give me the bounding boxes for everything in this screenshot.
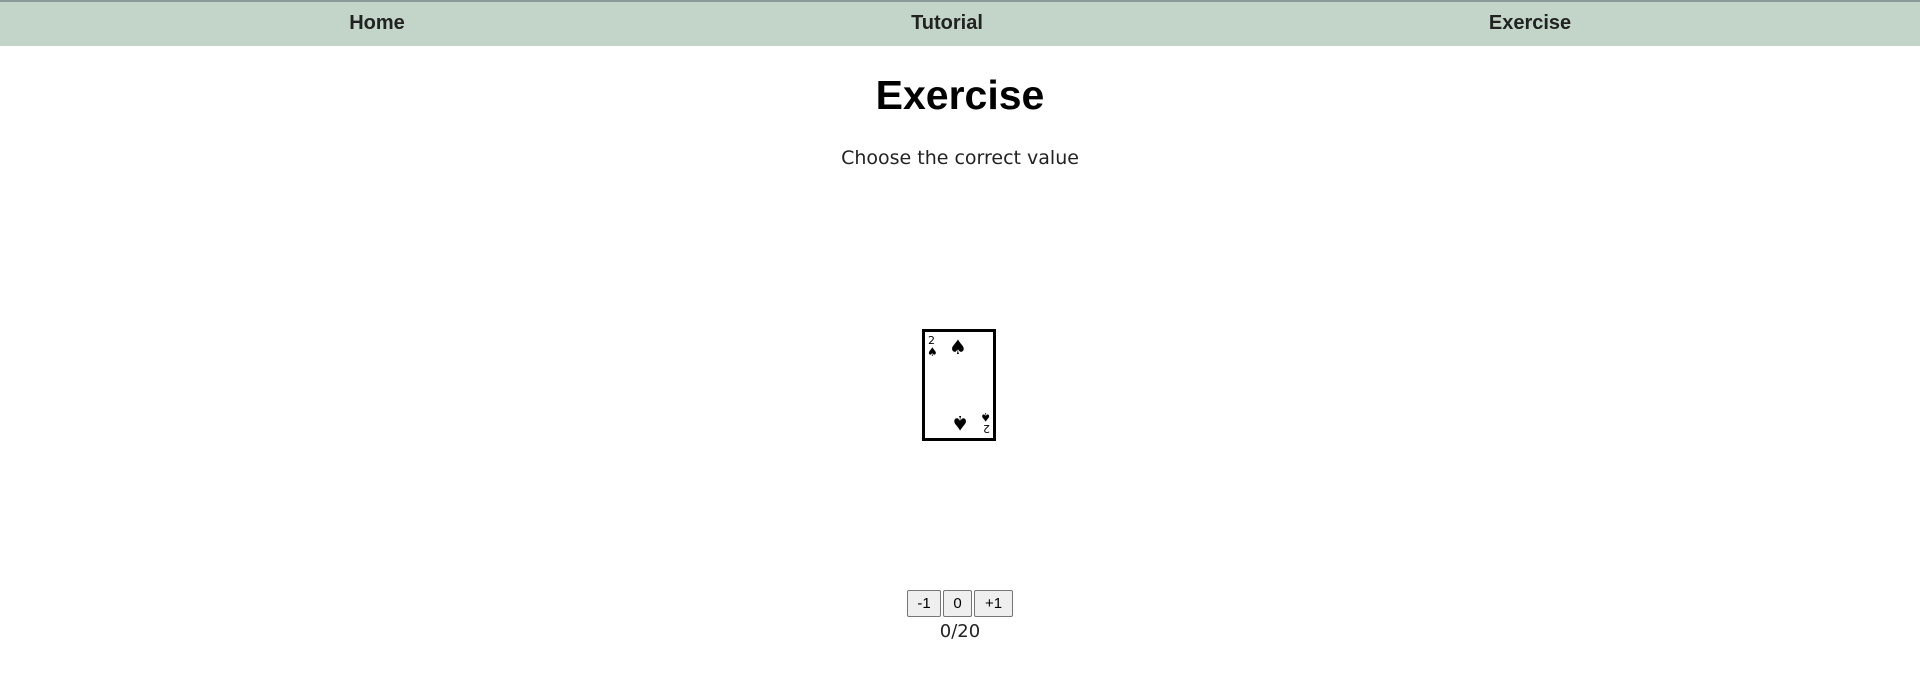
spade-icon: ♠ (949, 335, 967, 359)
playing-card: 2 ♠ ♠ ♠ 2 ♠ (922, 329, 996, 441)
answer-controls: -1 0 +1 (0, 590, 1920, 617)
plus-one-button[interactable]: +1 (974, 590, 1013, 617)
spade-icon: ♠ (951, 411, 969, 435)
instruction-text: Choose the correct value (841, 147, 1079, 169)
nav-link-tutorial[interactable]: Tutorial (911, 2, 983, 46)
minus-one-button[interactable]: -1 (907, 590, 941, 617)
score-counter: 0/20 (939, 621, 981, 642)
card-suit-corner-top: ♠ (927, 345, 938, 359)
card-suit-corner-bottom: ♠ (980, 410, 991, 424)
zero-button[interactable]: 0 (943, 590, 972, 617)
nav-link-home[interactable]: Home (349, 2, 405, 46)
page-title: Exercise (875, 72, 1045, 118)
nav-link-exercise[interactable]: Exercise (1489, 2, 1571, 46)
top-navbar: Home Tutorial Exercise (0, 2, 1920, 46)
card-face: 2 ♠ ♠ ♠ 2 ♠ (927, 334, 991, 435)
